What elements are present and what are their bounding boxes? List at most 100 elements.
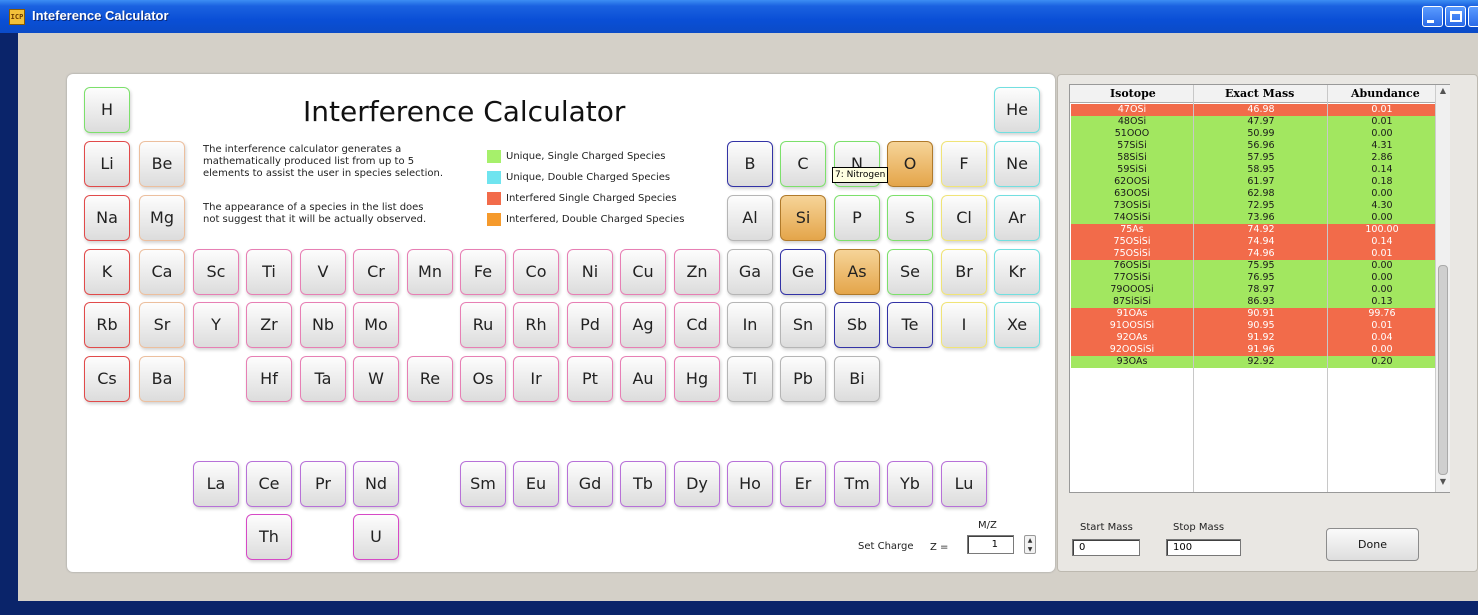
element-U-button[interactable]: U [353, 514, 399, 560]
table-row[interactable]: 92OOSiSi 91.96 0.00 [1071, 344, 1435, 356]
table-row[interactable]: 92OAs 91.92 0.04 [1071, 332, 1435, 344]
element-Ti-button[interactable]: Ti [246, 249, 292, 295]
table-row[interactable]: 74OSiSi 73.96 0.00 [1071, 212, 1435, 224]
element-F-button[interactable]: F [941, 141, 987, 187]
element-Ba-button[interactable]: Ba [139, 356, 185, 402]
charge-stepper[interactable]: ▲ ▼ [1024, 535, 1036, 554]
element-Y-button[interactable]: Y [193, 302, 239, 348]
element-Sr-button[interactable]: Sr [139, 302, 185, 348]
stop-mass-input[interactable]: 100 [1166, 539, 1241, 556]
table-row[interactable]: 91OAs 90.91 99.76 [1071, 308, 1435, 320]
element-Ru-button[interactable]: Ru [460, 302, 506, 348]
table-row[interactable]: 73OSiSi 72.95 4.30 [1071, 200, 1435, 212]
element-Bi-button[interactable]: Bi [834, 356, 880, 402]
element-Ho-button[interactable]: Ho [727, 461, 773, 507]
table-row[interactable]: 75As 74.92 100.00 [1071, 224, 1435, 236]
close-button[interactable] [1468, 6, 1478, 27]
table-row[interactable]: 75OSiSi 74.96 0.01 [1071, 248, 1435, 260]
element-Zr-button[interactable]: Zr [246, 302, 292, 348]
element-Ca-button[interactable]: Ca [139, 249, 185, 295]
element-Mo-button[interactable]: Mo [353, 302, 399, 348]
element-V-button[interactable]: V [300, 249, 346, 295]
element-Th-button[interactable]: Th [246, 514, 292, 560]
element-He-button[interactable]: He [994, 87, 1040, 133]
element-Hf-button[interactable]: Hf [246, 356, 292, 402]
element-Se-button[interactable]: Se [887, 249, 933, 295]
element-Mn-button[interactable]: Mn [407, 249, 453, 295]
element-Pd-button[interactable]: Pd [567, 302, 613, 348]
table-row[interactable]: 91OOSiSi 90.95 0.01 [1071, 320, 1435, 332]
element-Er-button[interactable]: Er [780, 461, 826, 507]
element-Xe-button[interactable]: Xe [994, 302, 1040, 348]
element-Ga-button[interactable]: Ga [727, 249, 773, 295]
element-Sc-button[interactable]: Sc [193, 249, 239, 295]
element-Nd-button[interactable]: Nd [353, 461, 399, 507]
element-Ir-button[interactable]: Ir [513, 356, 559, 402]
table-row[interactable]: 77OSiSi 76.95 0.00 [1071, 272, 1435, 284]
element-Tl-button[interactable]: Tl [727, 356, 773, 402]
element-Ni-button[interactable]: Ni [567, 249, 613, 295]
element-Sm-button[interactable]: Sm [460, 461, 506, 507]
element-In-button[interactable]: In [727, 302, 773, 348]
element-Li-button[interactable]: Li [84, 141, 130, 187]
element-As-button[interactable]: As [834, 249, 880, 295]
scrollbar-thumb[interactable] [1438, 265, 1448, 475]
element-Ar-button[interactable]: Ar [994, 195, 1040, 241]
element-Al-button[interactable]: Al [727, 195, 773, 241]
done-button[interactable]: Done [1326, 528, 1419, 561]
element-Tb-button[interactable]: Tb [620, 461, 666, 507]
element-Kr-button[interactable]: Kr [994, 249, 1040, 295]
title-bar[interactable]: ICP Inteference Calculator [0, 0, 1478, 33]
element-Dy-button[interactable]: Dy [674, 461, 720, 507]
table-row[interactable]: 62OOSi 61.97 0.18 [1071, 176, 1435, 188]
element-Nb-button[interactable]: Nb [300, 302, 346, 348]
element-Pr-button[interactable]: Pr [300, 461, 346, 507]
element-Cu-button[interactable]: Cu [620, 249, 666, 295]
table-row[interactable]: 57SiSi 56.96 4.31 [1071, 140, 1435, 152]
element-Rh-button[interactable]: Rh [513, 302, 559, 348]
table-row[interactable]: 58SiSi 57.95 2.86 [1071, 152, 1435, 164]
table-scrollbar[interactable]: ▲ ▼ [1435, 85, 1450, 492]
minimize-button[interactable] [1422, 6, 1443, 27]
element-Ce-button[interactable]: Ce [246, 461, 292, 507]
stepper-down-icon[interactable]: ▼ [1025, 545, 1035, 554]
element-Cs-button[interactable]: Cs [84, 356, 130, 402]
maximize-button[interactable] [1445, 6, 1466, 27]
element-Ta-button[interactable]: Ta [300, 356, 346, 402]
element-Sn-button[interactable]: Sn [780, 302, 826, 348]
charge-input[interactable]: 1 [967, 535, 1014, 554]
element-Br-button[interactable]: Br [941, 249, 987, 295]
element-Mg-button[interactable]: Mg [139, 195, 185, 241]
table-row[interactable]: 63OOSi 62.98 0.00 [1071, 188, 1435, 200]
element-K-button[interactable]: K [84, 249, 130, 295]
element-Re-button[interactable]: Re [407, 356, 453, 402]
start-mass-input[interactable]: 0 [1072, 539, 1140, 556]
element-Te-button[interactable]: Te [887, 302, 933, 348]
table-row[interactable]: 79OOOSi 78.97 0.00 [1071, 284, 1435, 296]
element-Ne-button[interactable]: Ne [994, 141, 1040, 187]
scroll-up-icon[interactable]: ▲ [1438, 86, 1448, 100]
col-header-exact-mass[interactable]: Exact Mass [1225, 87, 1294, 100]
table-row[interactable]: 48OSi 47.97 0.01 [1071, 116, 1435, 128]
element-Co-button[interactable]: Co [513, 249, 559, 295]
element-Eu-button[interactable]: Eu [513, 461, 559, 507]
element-Os-button[interactable]: Os [460, 356, 506, 402]
element-I-button[interactable]: I [941, 302, 987, 348]
element-O-button[interactable]: O [887, 141, 933, 187]
stepper-up-icon[interactable]: ▲ [1025, 536, 1035, 545]
element-Gd-button[interactable]: Gd [567, 461, 613, 507]
element-Fe-button[interactable]: Fe [460, 249, 506, 295]
element-C-button[interactable]: C [780, 141, 826, 187]
element-Tm-button[interactable]: Tm [834, 461, 880, 507]
table-row[interactable]: 76OSiSi 75.95 0.00 [1071, 260, 1435, 272]
element-Cd-button[interactable]: Cd [674, 302, 720, 348]
col-header-isotope[interactable]: Isotope [1110, 87, 1156, 100]
table-row[interactable]: 47OSi 46.98 0.01 [1071, 104, 1435, 116]
table-row[interactable]: 51OOO 50.99 0.00 [1071, 128, 1435, 140]
element-S-button[interactable]: S [887, 195, 933, 241]
element-Be-button[interactable]: Be [139, 141, 185, 187]
element-Rb-button[interactable]: Rb [84, 302, 130, 348]
element-Pb-button[interactable]: Pb [780, 356, 826, 402]
isotope-table[interactable]: Isotope Exact Mass Abundance 47OSi 46.98 0… [1069, 84, 1450, 493]
element-Pt-button[interactable]: Pt [567, 356, 613, 402]
